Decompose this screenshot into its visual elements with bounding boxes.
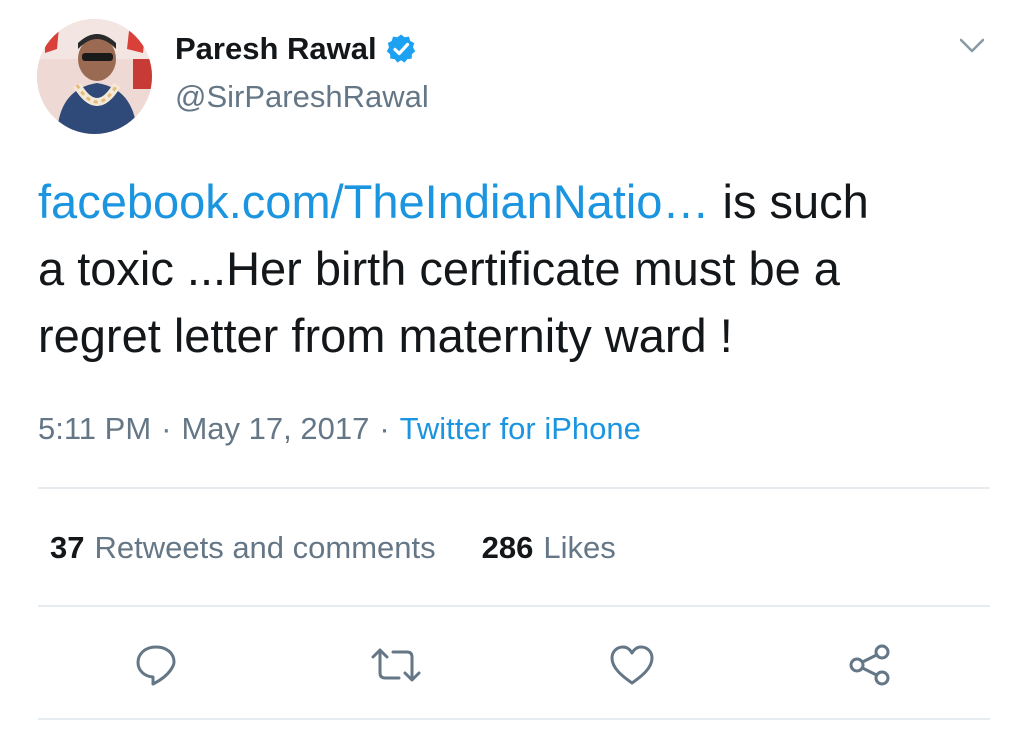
tweet-date[interactable]: May 17, 2017: [181, 411, 369, 446]
tweet-text-line-1-rest: is such: [709, 175, 869, 228]
likes-label: Likes: [543, 530, 616, 565]
user-handle[interactable]: @SirPareshRawal: [175, 78, 429, 116]
comment-bubble-icon: [136, 645, 176, 686]
share-button[interactable]: [847, 642, 893, 688]
tweet-link[interactable]: facebook.com/TheIndianNatio…: [38, 175, 709, 228]
retweet-button[interactable]: [369, 642, 421, 688]
divider: [38, 487, 990, 489]
verified-badge-icon: [385, 33, 417, 65]
tweet-source[interactable]: Twitter for iPhone: [400, 411, 641, 446]
retweets-stat[interactable]: 37 Retweets and comments: [50, 526, 436, 570]
tweet-meta: 5:11 PM · May 17, 2017 · Twitter for iPhone: [38, 407, 641, 451]
retweets-count: 37: [50, 530, 85, 565]
divider: [38, 605, 990, 607]
share-icon: [849, 644, 890, 686]
likes-count: 286: [481, 530, 534, 565]
likes-stat[interactable]: 286 Likes: [482, 526, 616, 570]
retweets-label: Retweets and comments: [94, 530, 436, 565]
retweet-icon: [371, 648, 421, 682]
tweet-text-line-3: regret letter from maternity ward !: [38, 309, 733, 362]
avatar-photo: [37, 19, 152, 134]
meta-separator: ·: [161, 411, 172, 446]
tweet-time[interactable]: 5:11 PM: [38, 411, 151, 446]
tweet-text-line-1: facebook.com/TheIndianNatio… is such: [38, 168, 998, 235]
display-name-text: Paresh Rawal: [175, 31, 377, 66]
heart-icon: [610, 645, 654, 685]
display-name[interactable]: Paresh Rawal: [175, 30, 417, 68]
tweet-card: Paresh Rawal @SirPareshRawal facebook.co…: [0, 0, 1024, 732]
avatar[interactable]: [37, 19, 152, 134]
reply-button[interactable]: [133, 642, 179, 688]
tweet-text: facebook.com/TheIndianNatio… is such a t…: [38, 168, 998, 369]
tweet-text-line-2: a toxic ...Her birth certificate must be…: [38, 242, 840, 295]
meta-separator: ·: [379, 411, 390, 446]
chevron-down-icon[interactable]: [955, 30, 989, 60]
divider: [38, 718, 990, 720]
like-button[interactable]: [608, 642, 654, 688]
tweet-stats: 37 Retweets and comments 286 Likes: [50, 526, 616, 570]
